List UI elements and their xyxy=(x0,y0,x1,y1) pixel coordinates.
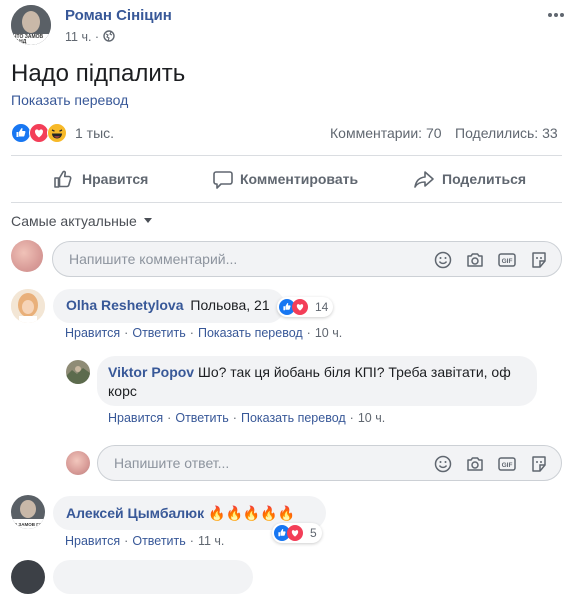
like-reaction-icon xyxy=(11,123,31,143)
camera-icon[interactable] xyxy=(465,250,485,270)
reply-author-avatar[interactable] xyxy=(66,360,90,384)
camera-icon[interactable] xyxy=(465,454,485,474)
commenter-avatar[interactable] xyxy=(11,560,45,594)
post-time[interactable]: 11 ч. · xyxy=(65,30,115,44)
avatar-caption: ЧТО ЗАМОВ ГАНД xyxy=(11,522,45,527)
svg-text:GIF: GIF xyxy=(502,462,513,469)
current-user-avatar xyxy=(11,240,43,272)
reply-text-block: Viktor Popov Шо? так ця йобань біля КПІ?… xyxy=(108,363,528,401)
comment-text-line: Алексей Цымбалюк 🔥🔥🔥🔥🔥 xyxy=(66,505,295,522)
comment-input[interactable] xyxy=(67,250,411,268)
commenter-avatar[interactable]: ЧТО ЗАМОВ ГАНД xyxy=(11,495,45,529)
comment-reactions-badge[interactable]: 5 xyxy=(272,523,322,543)
avatar-caption: ЧТО ЗАМОВ ГАНД xyxy=(13,34,44,45)
thumbs-up-icon xyxy=(54,170,72,188)
comment-time[interactable]: 10 ч. xyxy=(315,326,342,340)
reply-meta: Нравится · Ответить · Показать перевод · 10 ч. xyxy=(108,411,386,425)
comment-input-box[interactable]: GIF xyxy=(52,241,562,277)
reply-time[interactable]: 10 ч. xyxy=(358,411,385,425)
emoji-icon[interactable] xyxy=(433,454,453,474)
comment-text: 🔥🔥🔥🔥🔥 xyxy=(208,505,296,521)
comment-meta: Нравится · Ответить · 11 ч. xyxy=(65,534,225,548)
comments-count[interactable]: Комментарии: 70 xyxy=(330,125,442,141)
gif-icon[interactable]: GIF xyxy=(497,250,517,270)
comment-bubble xyxy=(53,560,253,594)
post-options-icon[interactable] xyxy=(546,7,566,17)
love-reaction-icon xyxy=(292,299,308,315)
comment-reactions-count: 14 xyxy=(315,300,329,314)
comment-bubble-icon xyxy=(213,171,233,189)
gif-icon[interactable]: GIF xyxy=(497,454,517,474)
shares-count[interactable]: Поделились: 33 xyxy=(455,125,558,141)
globe-icon xyxy=(102,30,115,42)
comment-sort-dropdown[interactable]: Самые актуальные xyxy=(11,213,153,229)
emoji-icon[interactable] xyxy=(433,250,453,270)
comment-time[interactable]: 11 ч. xyxy=(198,534,224,548)
comment-button-label: Комментировать xyxy=(240,171,359,187)
post-time-text: 11 ч. xyxy=(65,30,92,44)
current-user-avatar xyxy=(66,451,90,475)
comment-like-link[interactable]: Нравится xyxy=(65,326,120,340)
reply-author[interactable]: Viktor Popov xyxy=(108,364,194,380)
reply-input[interactable] xyxy=(112,454,416,472)
svg-text:GIF: GIF xyxy=(502,258,513,265)
haha-reaction-icon xyxy=(47,123,67,143)
comment-text-line: Olha Reshetylova Польова, 21 xyxy=(66,297,270,313)
commenter-avatar[interactable] xyxy=(11,289,45,323)
dot-separator: · xyxy=(94,30,103,44)
love-reaction-icon xyxy=(287,525,303,541)
post-text: Надо підпалить xyxy=(11,60,186,87)
sort-label: Самые актуальные xyxy=(11,213,137,229)
share-button-label: Поделиться xyxy=(442,171,527,187)
comment-reactions-count: 5 xyxy=(310,526,317,540)
reply-like-link[interactable]: Нравится xyxy=(108,411,163,425)
comment-reactions-badge[interactable]: 14 xyxy=(277,297,333,317)
comment-text: Польова, 21 xyxy=(190,297,270,313)
comment-reply-link[interactable]: Ответить xyxy=(132,534,185,548)
sticker-icon[interactable] xyxy=(529,454,549,474)
comment-author[interactable]: Алексей Цымбалюк xyxy=(66,505,204,521)
divider xyxy=(11,202,562,203)
reply-input-box[interactable]: GIF xyxy=(97,445,562,481)
like-button-label: Нравится xyxy=(82,171,149,187)
comment-reply-link[interactable]: Ответить xyxy=(132,326,185,340)
post-author-name[interactable]: Роман Сініцин xyxy=(65,7,172,24)
comment-like-link[interactable]: Нравится xyxy=(65,534,120,548)
sticker-icon[interactable] xyxy=(529,250,549,270)
share-arrow-icon xyxy=(414,171,434,188)
translate-link[interactable]: Показать перевод xyxy=(11,92,128,108)
caret-down-icon xyxy=(143,218,152,223)
divider xyxy=(11,155,562,156)
comment-author[interactable]: Olha Reshetylova xyxy=(66,297,184,313)
reply-reply-link[interactable]: Ответить xyxy=(175,411,228,425)
comment-translate-link[interactable]: Показать перевод xyxy=(198,326,303,340)
love-reaction-icon xyxy=(29,123,49,143)
reply-translate-link[interactable]: Показать перевод xyxy=(241,411,346,425)
comment-meta: Нравится · Ответить · Показать перевод · 10 ч. xyxy=(65,326,343,340)
reactions-count[interactable]: 1 тыс. xyxy=(75,125,114,141)
author-avatar[interactable]: ЧТО ЗАМОВ ГАНД xyxy=(11,5,51,45)
